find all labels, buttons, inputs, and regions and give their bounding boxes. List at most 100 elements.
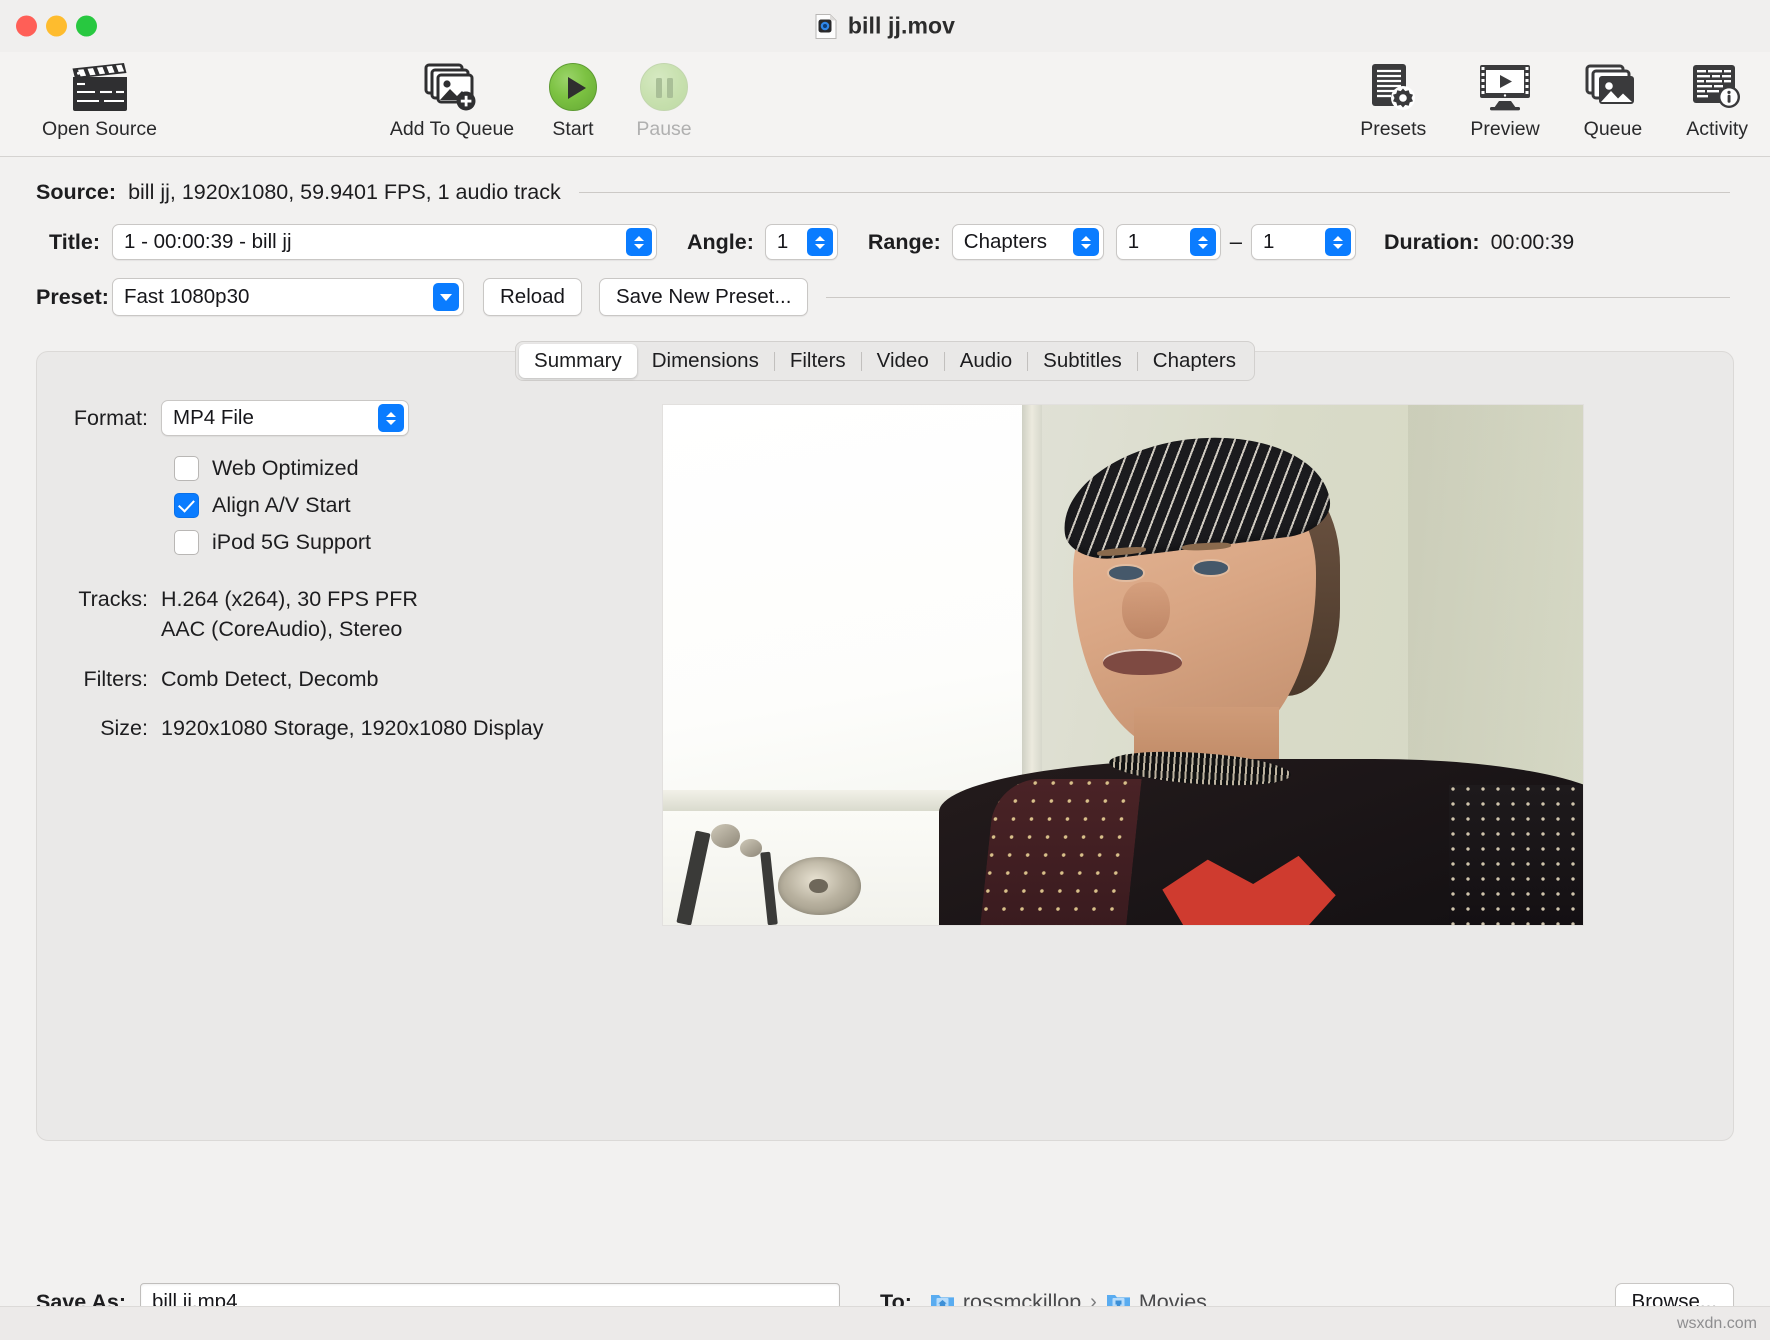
tab-audio-label: Audio [959,349,1013,372]
pause-label: Pause [636,118,692,140]
tab-video[interactable]: Video [862,344,944,378]
summary-left-column: Format: MP4 File Web Optimized Align A/V… [37,352,657,1140]
pause-circle-icon [640,58,688,116]
chevron-down-icon [433,283,459,311]
angle-label: Angle: [687,229,754,254]
activity-log-info-icon [1690,58,1744,116]
title-select-value: 1 - 00:00:39 - bill jj [124,230,292,253]
filters-value: Comb Detect, Decomb [161,666,379,691]
play-circle-icon [549,58,597,116]
status-bar [0,1306,1770,1340]
toolbar: Open Source Add To Queue Start Pause Pre… [0,52,1770,157]
chevron-updown-icon [626,228,652,256]
title-row: Title: 1 - 00:00:39 - bill jj Angle: 1 R… [36,215,1734,269]
activity-button[interactable]: Activity [1686,52,1748,141]
window-title-group: bill jj.mov [0,13,1770,40]
range-type-select[interactable]: Chapters [951,224,1104,260]
title-label: Title: [49,229,100,254]
align-av-start-checkbox[interactable] [174,493,199,518]
reload-button[interactable]: Reload [483,278,582,316]
range-dash: – [1229,229,1243,254]
source-value: bill jj, 1920x1080, 59.9401 FPS, 1 audio… [128,179,561,204]
queue-button[interactable]: Queue [1583,52,1643,141]
duration-label: Duration: [1384,229,1480,254]
tab-dimensions[interactable]: Dimensions [637,344,774,378]
range-start-value: 1 [1127,230,1140,253]
preset-select-value: Fast 1080p30 [124,285,250,308]
tab-video-label: Video [876,349,929,372]
format-options-group: Web Optimized Align A/V Start iPod 5G Su… [174,450,657,561]
tracks-row: Tracks: H.264 (x264), 30 FPS PFR AAC (Co… [37,587,657,643]
tab-chapters-label: Chapters [1152,349,1236,372]
preset-select[interactable]: Fast 1080p30 [112,278,464,316]
source-label: Source: [36,179,117,204]
presets-label: Presets [1360,118,1427,140]
chevron-updown-icon [1072,228,1099,256]
ipod-5g-support-row[interactable]: iPod 5G Support [174,524,657,561]
format-select-value: MP4 File [173,406,254,429]
quicktime-document-icon [815,13,837,39]
save-new-preset-button[interactable]: Save New Preset... [598,278,809,316]
summary-right-column [657,352,1733,1140]
settings-header-area: Source: bill jj, 1920x1080, 59.9401 FPS,… [0,157,1770,325]
start-button[interactable]: Start [532,52,614,141]
open-source-label: Open Source [42,118,157,140]
range-type-value: Chapters [963,230,1047,253]
filters-row: Filters: Comb Detect, Decomb [37,667,657,692]
tab-summary[interactable]: Summary [519,344,637,378]
preset-label: Preset: [36,284,109,309]
size-value: 1920x1080 Storage, 1920x1080 Display [161,716,544,741]
window-title: bill jj.mov [847,12,956,39]
tab-audio[interactable]: Audio [945,344,1027,378]
open-source-button[interactable]: Open Source [22,52,177,141]
range-end-value: 1 [1263,230,1275,253]
preview-monitor-icon [1477,58,1533,116]
add-to-queue-label: Add To Queue [389,118,515,140]
range-end-select[interactable]: 1 [1251,224,1357,260]
preset-row: Preset: Fast 1080p30 Reload Save New Pre… [36,269,1734,325]
web-optimized-checkbox[interactable] [174,456,199,481]
preview-button[interactable]: Preview [1470,52,1540,141]
add-to-queue-button[interactable]: Add To Queue [372,52,532,141]
tab-subtitles[interactable]: Subtitles [1028,344,1137,378]
range-start-select[interactable]: 1 [1115,224,1221,260]
queue-stack-icon [1585,58,1641,116]
summary-panel-wrap: Format: MP4 File Web Optimized Align A/V… [0,351,1770,1264]
tracks-value: H.264 (x264), 30 FPS PFR AAC (CoreAudio)… [161,587,418,643]
video-preview-frame [663,405,1583,925]
title-select[interactable]: 1 - 00:00:39 - bill jj [112,224,657,260]
format-row: Format: MP4 File [37,400,657,436]
format-select[interactable]: MP4 File [161,400,409,436]
presets-gear-document-icon [1367,58,1419,116]
tab-chapters[interactable]: Chapters [1138,344,1251,378]
align-av-start-label: Align A/V Start [212,493,351,517]
presets-button[interactable]: Presets [1360,52,1426,141]
pause-button: Pause [614,52,714,141]
range-label: Range: [867,229,941,254]
chevron-updown-icon [806,228,833,256]
angle-select[interactable]: 1 [764,224,838,260]
preview-label: Preview [1470,118,1540,140]
title-bar: bill jj.mov [0,0,1770,52]
tracks-video-line: H.264 (x264), 30 FPS PFR [161,587,418,611]
ipod-5g-support-checkbox[interactable] [174,530,199,555]
tab-filters-label: Filters [789,349,846,372]
duration-value: 00:00:39 [1490,229,1575,254]
tab-summary-label: Summary [534,349,622,372]
chevron-updown-icon [1189,228,1216,256]
start-label: Start [552,118,594,140]
watermark: wsxdn.com [1676,1315,1757,1332]
angle-select-value: 1 [776,230,789,253]
web-optimized-row[interactable]: Web Optimized [174,450,657,487]
clapperboard-icon [69,58,131,116]
tracks-audio-line: AAC (CoreAudio), Stereo [161,617,403,642]
summary-info-block: Tracks: H.264 (x264), 30 FPS PFR AAC (Co… [37,587,657,741]
ipod-5g-support-label: iPod 5G Support [212,530,371,554]
size-row: Size: 1920x1080 Storage, 1920x1080 Displ… [37,716,657,741]
activity-label: Activity [1686,118,1748,140]
align-av-start-row[interactable]: Align A/V Start [174,487,657,524]
tab-filters[interactable]: Filters [775,344,861,378]
chevron-updown-icon [378,404,404,432]
add-to-queue-icon [424,58,480,116]
queue-label: Queue [1583,118,1643,140]
